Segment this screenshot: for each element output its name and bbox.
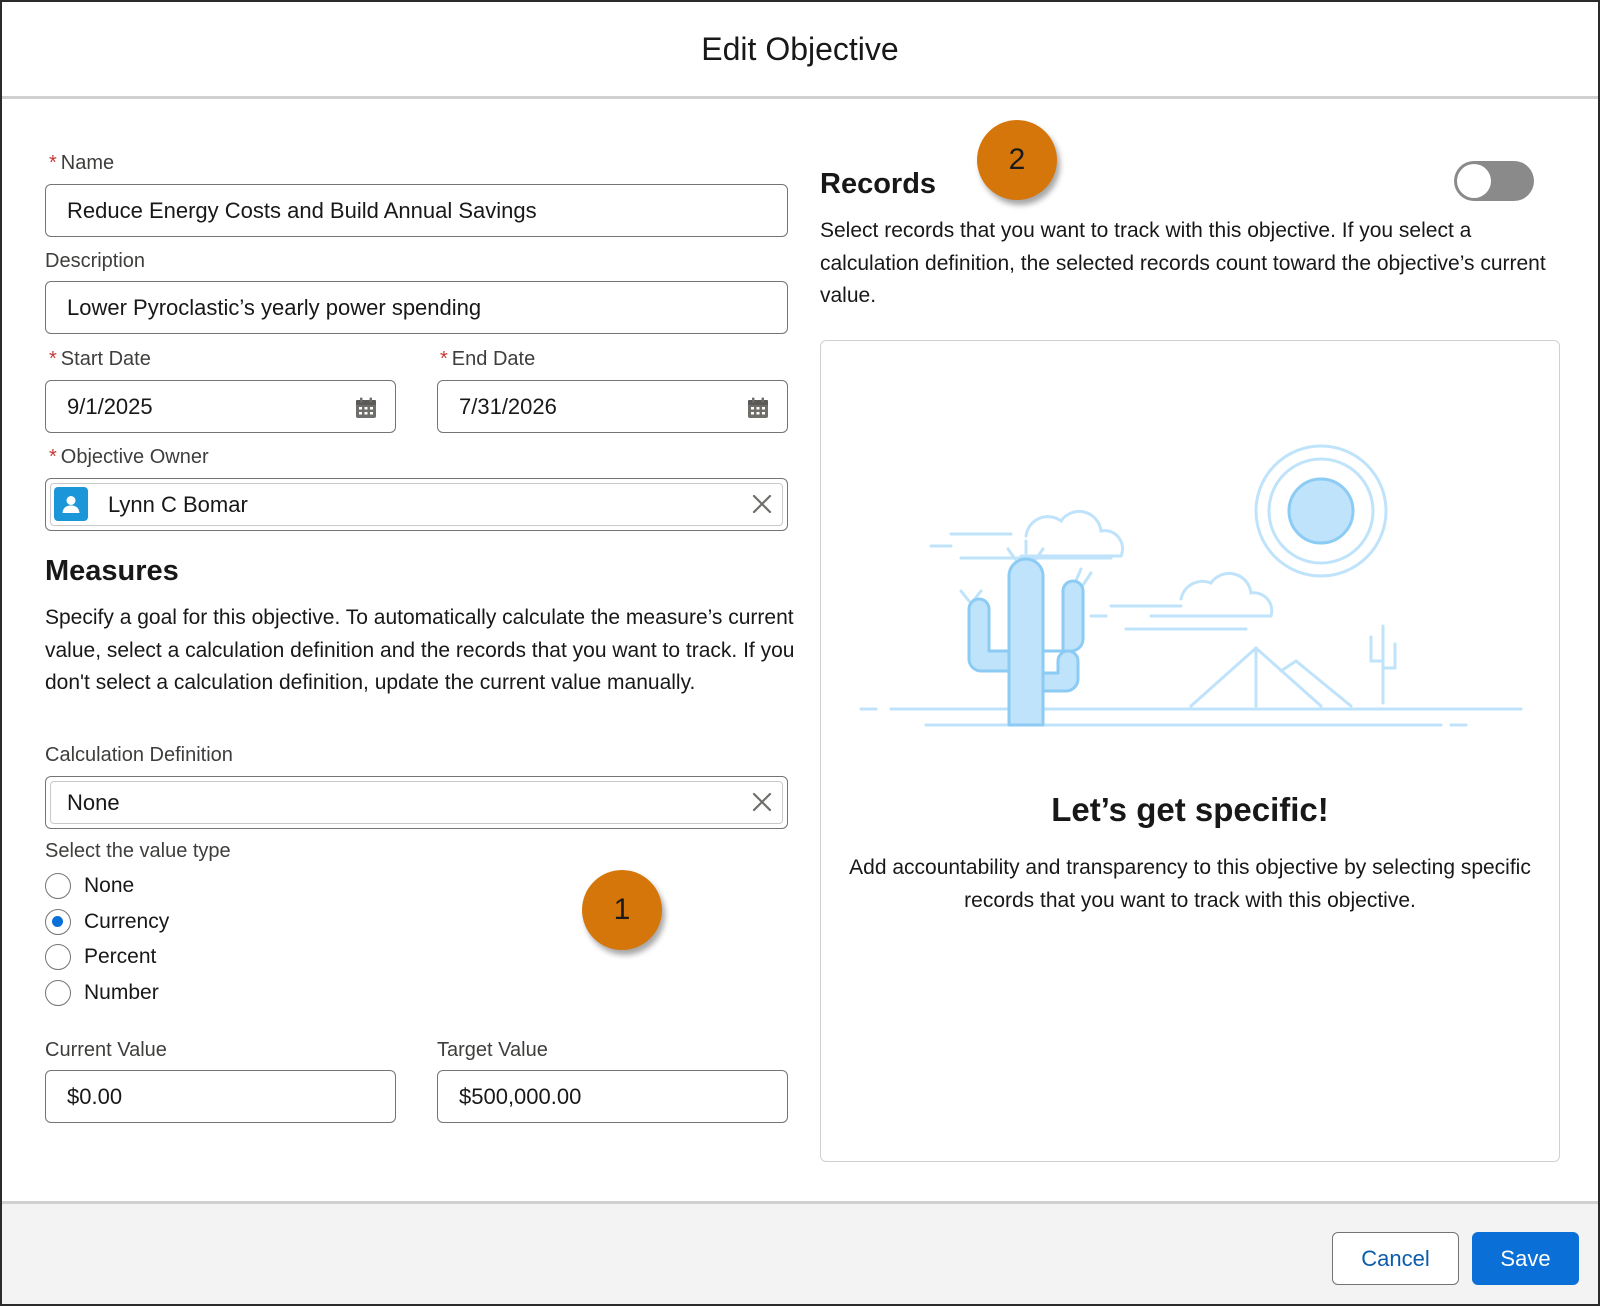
save-button[interactable]: Save	[1472, 1232, 1579, 1285]
measures-heading: Measures	[45, 555, 179, 587]
description-input[interactable]: Lower Pyroclastic’s yearly power spendin…	[45, 281, 788, 334]
calc-definition-label: Calculation Definition	[45, 744, 233, 766]
target-value-value: $500,000.00	[459, 1083, 582, 1109]
name-input[interactable]: Reduce Energy Costs and Build Annual Sav…	[45, 184, 788, 237]
start-date-input[interactable]: 9/1/2025	[45, 380, 396, 433]
owner-label: * Objective Owner	[49, 446, 209, 468]
calendar-icon[interactable]	[355, 397, 377, 419]
description-value: Lower Pyroclastic’s yearly power spendin…	[67, 294, 482, 320]
owner-lookup[interactable]: Lynn C Bomar	[45, 478, 788, 531]
cancel-button[interactable]: Cancel	[1332, 1232, 1459, 1285]
edit-objective-modal: Edit Objective * Name Reduce Energy Costs…	[0, 0, 1600, 1306]
radio-currency[interactable]: Currency	[45, 907, 169, 937]
end-date-value: 7/31/2026	[459, 393, 557, 419]
toggle-knob	[1457, 164, 1491, 198]
start-date-value: 9/1/2025	[67, 393, 153, 419]
measures-description: Specify a goal for this objective. To au…	[45, 606, 795, 694]
target-value-label: Target Value	[437, 1039, 548, 1061]
clear-icon[interactable]	[751, 791, 773, 813]
value-type-label: Select the value type	[45, 840, 231, 862]
required-marker: *	[49, 152, 57, 174]
callout-badge-1: 1	[582, 870, 662, 950]
current-value-label: Current Value	[45, 1039, 167, 1061]
target-value-input[interactable]: $500,000.00	[437, 1070, 788, 1123]
empty-state-title: Let’s get specific!	[1051, 791, 1329, 828]
start-date-label: * Start Date	[49, 348, 151, 370]
name-value: Reduce Energy Costs and Build Annual Sav…	[67, 197, 537, 223]
radio-none[interactable]: None	[45, 871, 134, 901]
clear-icon[interactable]	[751, 493, 773, 515]
radio-button[interactable]	[45, 944, 71, 970]
calc-definition-value: None	[67, 789, 120, 815]
records-description: Select records that you want to track wi…	[820, 219, 1546, 307]
description-label: Description	[45, 250, 146, 272]
radio-button[interactable]	[45, 873, 71, 899]
desert-illustration	[859, 444, 1523, 727]
name-label: * Name	[49, 152, 115, 174]
empty-state-text: Add accountability and transparency to t…	[849, 856, 1531, 912]
records-empty-state: Let’s get specific! Add accountability a…	[820, 340, 1560, 1162]
callout-badge-2: 2	[977, 120, 1057, 200]
radio-button[interactable]	[45, 980, 71, 1006]
owner-value: Lynn C Bomar	[108, 491, 248, 517]
modal-title: Edit Objective	[701, 30, 899, 67]
current-value-value: $0.00	[67, 1083, 123, 1109]
end-date-input[interactable]: 7/31/2026	[437, 380, 788, 433]
current-value-input[interactable]: $0.00	[45, 1070, 396, 1123]
user-avatar-icon	[54, 487, 88, 521]
radio-button-selected[interactable]	[45, 909, 71, 935]
calc-definition-lookup[interactable]: None	[45, 776, 788, 829]
records-toggle[interactable]	[1454, 161, 1534, 201]
calendar-icon[interactable]	[747, 397, 769, 419]
modal-header: Edit Objective	[2, 2, 1598, 99]
radio-number[interactable]: Number	[45, 978, 159, 1008]
records-heading: Records	[820, 168, 937, 200]
end-date-label: * End Date	[440, 348, 536, 370]
radio-percent[interactable]: Percent	[45, 942, 156, 972]
